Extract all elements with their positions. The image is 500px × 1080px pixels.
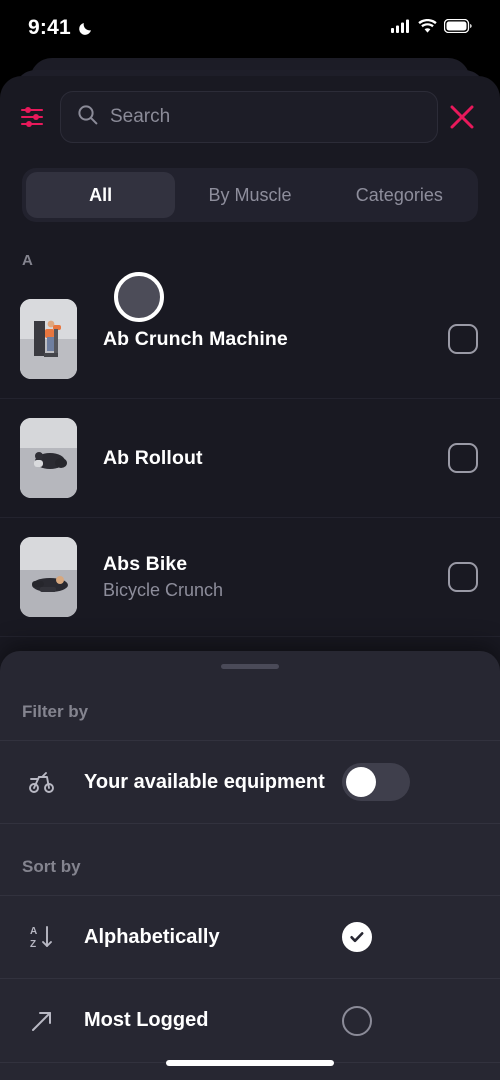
exercise-checkbox[interactable] [448,443,478,473]
search-header: Search [0,76,500,160]
sort-option-radio-selected[interactable] [342,922,372,952]
close-x-icon[interactable] [438,93,486,141]
sort-az-icon: A Z [22,923,62,951]
battery-full-icon [443,18,472,38]
available-equipment-toggle[interactable] [342,763,410,801]
sort-option-alphabetically[interactable]: A Z Alphabetically [0,895,500,979]
table-row[interactable]: Ab Rollout [0,399,500,518]
tab-all[interactable]: All [26,172,176,218]
arrow-up-right-icon [22,1007,62,1035]
scroll-position-indicator[interactable] [114,272,164,322]
wifi-icon [418,18,437,38]
exercise-name: Abs Bike [103,553,188,575]
search-input[interactable]: Search [60,91,438,143]
home-indicator [166,1060,334,1066]
sort-option-most-logged[interactable]: Most Logged [0,979,500,1063]
filter-option-label: Your available equipment [84,770,325,793]
sliders-filter-icon[interactable] [10,95,54,139]
exercise-text: Ab Rollout [77,447,448,470]
status-bar: 9:41 [0,0,500,56]
status-time: 9:41 [28,16,71,39]
exercise-checkbox[interactable] [448,562,478,592]
status-right [391,18,472,38]
exercise-text: Abs Bike Bicycle Crunch [77,553,448,601]
table-row[interactable]: Ab Crunch Machine [0,280,500,399]
status-left: 9:41 [28,16,94,40]
tab-categories[interactable]: Categories [325,172,474,218]
sort-by-label: Sort by [22,857,81,876]
exercise-bike-icon [22,767,62,797]
exercise-name: Ab Crunch Machine [103,327,288,350]
section-header-letter: A [22,252,33,269]
sort-option-label: Most Logged [84,1009,209,1031]
filter-option-available-equipment[interactable]: Your available equipment [0,740,500,824]
search-placeholder: Search [110,106,171,127]
svg-text:Z: Z [30,939,36,950]
filter-tabs: All By Muscle Categories [22,168,478,222]
crescent-moon-icon [78,20,94,36]
phone-screen: 9:41 Search All By Muscle Categories A A… [0,0,500,1080]
filter-sort-bottom-sheet: Filter by Your available equipment Sort … [0,651,500,1080]
exercise-name: Ab Rollout [103,446,203,469]
table-row[interactable]: Abs Bike Bicycle Crunch [0,518,500,637]
ab-crunch-machine-photo [20,299,77,379]
exercise-checkbox[interactable] [448,324,478,354]
tab-by-muscle[interactable]: By Muscle [175,172,324,218]
svg-text:A: A [30,926,37,937]
cellular-signal-icon [391,19,411,38]
exercise-list: Ab Crunch Machine Ab Rollout Abs Bike Bi… [0,280,500,637]
filter-by-label: Filter by [22,702,89,721]
magnifier-icon [77,104,98,130]
toggle-knob [346,767,376,797]
sort-option-radio[interactable] [342,1005,372,1036]
ab-rollout-photo [20,418,77,498]
exercise-subtitle: Bicycle Crunch [103,580,224,600]
sort-option-label: Alphabetically [84,925,220,948]
abs-bike-photo [20,537,77,617]
exercise-text: Ab Crunch Machine [77,328,448,351]
